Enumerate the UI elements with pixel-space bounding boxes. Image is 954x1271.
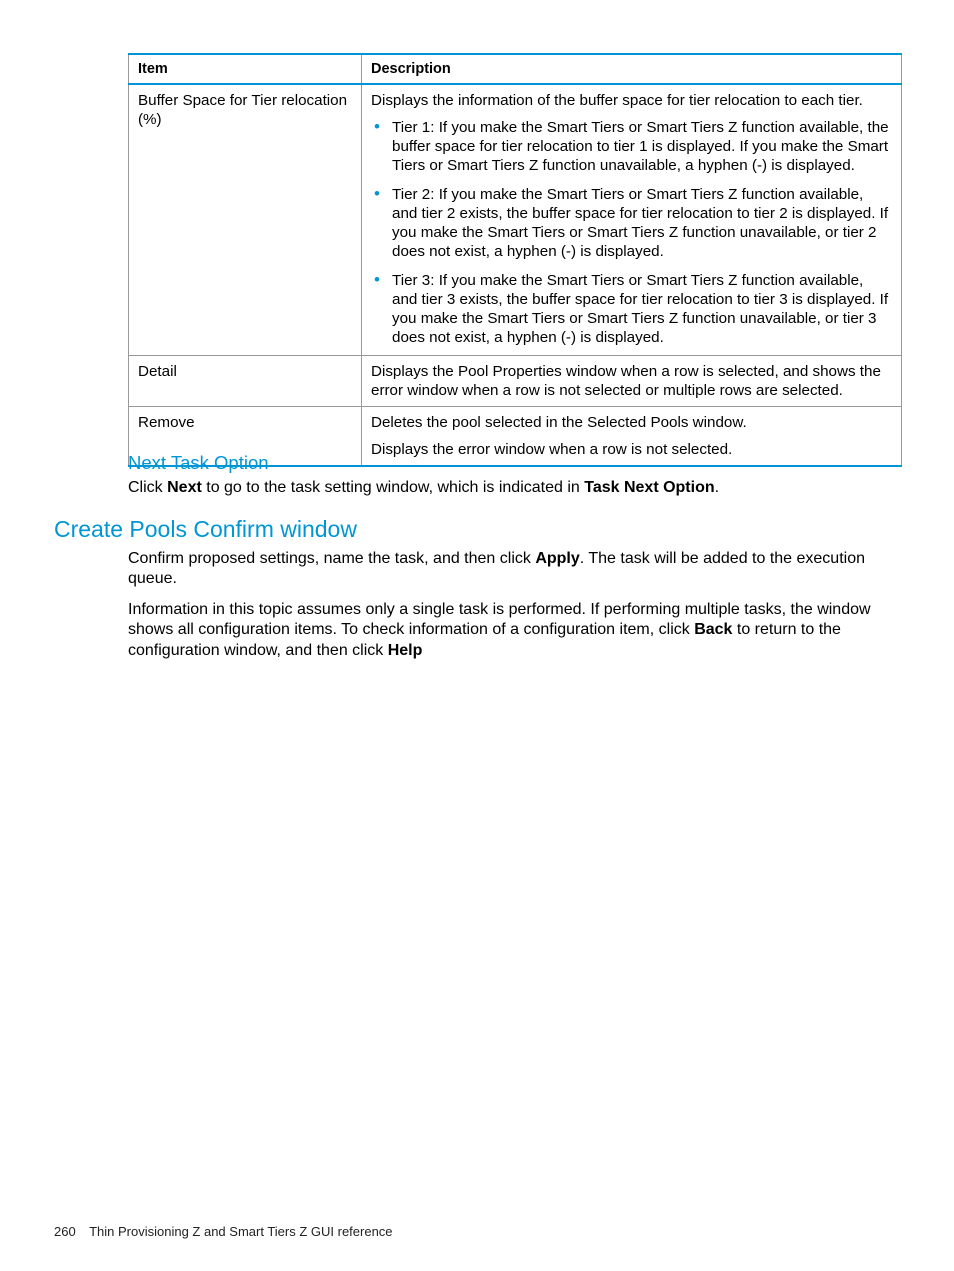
next-task-body: Click Next to go to the task setting win… [128,478,902,498]
list-item: Tier 1: If you make the Smart Tiers or S… [388,118,892,175]
cell-item: Detail [129,356,362,407]
create-pools-p1: Confirm proposed settings, name the task… [128,549,902,590]
list-item: Tier 3: If you make the Smart Tiers or S… [388,271,892,347]
table-row: Detail Displays the Pool Properties wind… [129,356,902,407]
cell-desc-line: Deletes the pool selected in the Selecte… [371,413,892,432]
next-task-section: Next Task Option Click Next to go to the… [128,452,902,508]
bold-apply: Apply [535,550,579,567]
create-pools-p2: Information in this topic assumes only a… [128,600,902,661]
bold-help: Help [388,642,423,659]
text: Confirm proposed settings, name the task… [128,550,535,567]
table-header-row: Item Description [129,54,902,84]
create-pools-section: Create Pools Confirm window Confirm prop… [54,516,902,671]
bold-task-next-option: Task Next Option [584,479,714,496]
cell-description: Displays the information of the buffer s… [362,84,902,356]
table-row: Buffer Space for Tier relocation (%) Dis… [129,84,902,356]
bold-next: Next [167,479,202,496]
text: . [715,479,719,496]
text: to go to the task setting window, which … [202,479,584,496]
page: Item Description Buffer Space for Tier r… [0,0,954,1271]
create-pools-heading: Create Pools Confirm window [54,516,902,543]
cell-description: Displays the Pool Properties window when… [362,356,902,407]
cell-desc-intro: Displays the information of the buffer s… [371,91,892,110]
list-item: Tier 2: If you make the Smart Tiers or S… [388,185,892,261]
header-description: Description [362,54,902,84]
parameters-table-wrap: Item Description Buffer Space for Tier r… [128,53,902,467]
tier-list: Tier 1: If you make the Smart Tiers or S… [371,118,892,347]
footer-title: Thin Provisioning Z and Smart Tiers Z GU… [89,1224,392,1239]
bold-back: Back [694,621,732,638]
text: Click [128,479,167,496]
page-number: 260 [54,1224,76,1239]
cell-item: Buffer Space for Tier relocation (%) [129,84,362,356]
header-item: Item [129,54,362,84]
parameters-table: Item Description Buffer Space for Tier r… [128,53,902,467]
page-footer: 260 Thin Provisioning Z and Smart Tiers … [54,1224,393,1239]
next-task-heading: Next Task Option [128,452,902,474]
